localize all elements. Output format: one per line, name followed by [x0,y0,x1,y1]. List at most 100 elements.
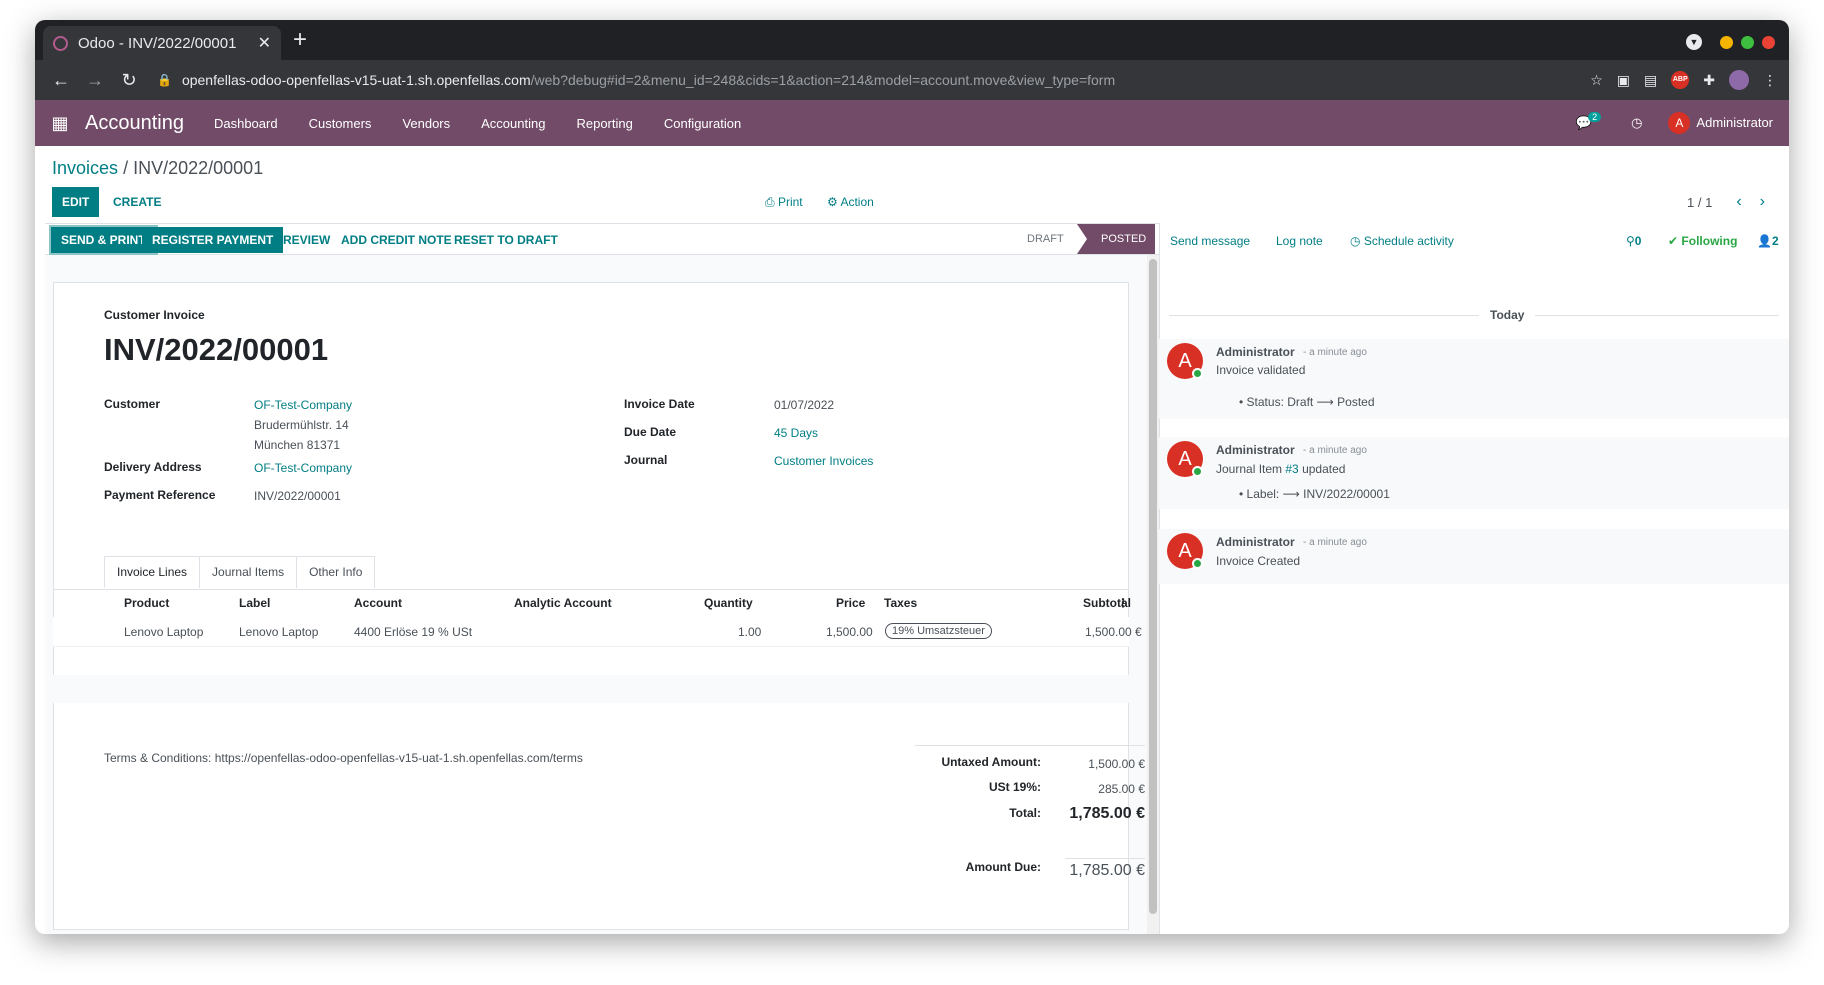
edit-button[interactable]: EDIT [52,187,100,217]
tax-tag: 19% Umsatzsteuer [885,623,992,639]
browser-window: Odoo - INV/2022/00001 ✕ + ▼ ← → ↻ 🔒 open… [35,20,1789,934]
message-body-pre: Journal Item [1216,462,1286,476]
clock-icon: ◷ [1350,234,1361,248]
url-input[interactable]: 🔒 openfellas-odoo-openfellas-v15-uat-1.s… [157,65,1580,95]
message-author[interactable]: Administrator [1216,345,1295,359]
close-tab-icon[interactable]: ✕ [258,33,271,53]
reset-to-draft-button[interactable]: RESET TO DRAFT [444,227,568,253]
tracking-field: Label: [1246,487,1280,501]
tab-title: Odoo - INV/2022/00001 [78,34,237,52]
send-print-button[interactable]: SEND & PRINT [51,227,156,253]
pager-prev-icon[interactable]: ‹ [1736,193,1741,211]
form-scrollbar[interactable] [1147,255,1159,934]
scrollbar-thumb[interactable] [1149,259,1157,914]
create-button[interactable]: CREATE [113,195,161,209]
schedule-activity-button[interactable]: ◷ Schedule activity [1350,234,1454,248]
messages-button[interactable]: 💬2 [1576,112,1605,131]
browser-tabstrip: Odoo - INV/2022/00001 ✕ + ▼ [35,20,1789,60]
journal-link[interactable]: Customer Invoices [774,454,873,468]
payment-reference-label: Payment Reference [104,488,216,502]
menu-accounting[interactable]: Accounting [481,116,545,131]
adblock-icon[interactable]: ABP [1671,71,1690,89]
journal-label: Journal [624,453,668,467]
tab-other-info[interactable]: Other Info [296,556,376,588]
minimize-icon[interactable] [1720,35,1733,49]
delivery-address-link[interactable]: OF-Test-Company [254,461,352,475]
tab-journal-items[interactable]: Journal Items [199,556,298,588]
menu-vendors[interactable]: Vendors [402,116,450,131]
journal-item-link[interactable]: #3 [1285,462,1298,476]
register-payment-button[interactable]: REGISTER PAYMENT [142,227,284,253]
today-separator: Today [1490,308,1525,322]
col-taxes[interactable]: Taxes [884,596,917,610]
user-menu[interactable]: A Administrator [1668,112,1773,134]
url-host: openfellas-odoo-openfellas-v15-uat-1.sh.… [181,72,531,88]
extensions-bar: ☆ ▣ ▤ ABP ✚ ⋮ [1590,70,1777,90]
totals-top-divider [915,745,1145,746]
extension-calendar-icon[interactable]: ▤ [1644,72,1657,89]
browser-tab[interactable]: Odoo - INV/2022/00001 ✕ [43,26,281,60]
breadcrumb-invoices[interactable]: Invoices [52,158,118,178]
message-author[interactable]: Administrator [1216,535,1295,549]
profile-avatar-icon[interactable] [1729,70,1749,90]
message-body: Journal Item #3 updated [1216,462,1345,476]
attachments-count: 0 [1634,234,1642,248]
navbar-systray: 💬2 ◷ A Administrator [1576,112,1789,134]
preview-button[interactable]: PREVIEW [265,227,340,253]
col-price[interactable]: Price [836,596,865,610]
attachments-button[interactable]: ⚲0 [1626,234,1641,248]
log-note-button[interactable]: Log note [1276,234,1323,248]
online-status-icon [1192,558,1203,569]
user-avatar: A [1668,112,1691,134]
print-label: Print [777,195,803,209]
reload-icon[interactable]: ↻ [115,70,143,91]
maximize-icon[interactable] [1741,35,1754,49]
send-message-button[interactable]: Send message [1170,234,1250,248]
action-label: Action [840,195,874,209]
forward-icon[interactable]: → [81,70,109,91]
activity-clock-icon[interactable]: ◷ [1631,115,1642,131]
col-analytic-account[interactable]: Analytic Account [514,596,612,610]
followers-button[interactable]: 👤2 [1757,234,1779,248]
close-window-icon[interactable] [1762,35,1775,49]
optional-columns-icon[interactable]: ⋮ [1117,596,1129,610]
tracking-old-value: Status: Draft [1246,395,1314,409]
tab-invoice-lines[interactable]: Invoice Lines [104,556,201,588]
due-date-label: Due Date [624,425,677,439]
user-name: Administrator [1696,115,1773,130]
col-quantity[interactable]: Quantity [704,596,753,610]
following-button[interactable]: ✔ Following [1668,234,1737,248]
lock-icon[interactable]: 🔒 [157,73,172,87]
print-button[interactable]: ⎙ Print [765,195,803,210]
cell-price: 1,500.00 [826,625,873,639]
due-date-link[interactable]: 45 Days [774,426,818,440]
message-author[interactable]: Administrator [1216,443,1295,457]
puzzle-icon[interactable]: ✚ [1703,72,1715,89]
pager-next-icon[interactable]: › [1760,193,1765,211]
bookmark-star-icon[interactable]: ☆ [1590,72,1603,89]
app-title[interactable]: Accounting [85,112,184,135]
arrow-right-icon: ⟶ [1316,395,1334,409]
total-value: 1,785.00 € [1069,805,1145,822]
downloads-icon[interactable]: ▼ [1686,34,1702,50]
following-label: Following [1681,234,1738,248]
invoice-date-value: 01/07/2022 [774,398,835,412]
amount-due-divider [1065,858,1145,859]
chrome-menu-icon[interactable]: ⋮ [1763,72,1777,89]
menu-reporting[interactable]: Reporting [576,116,632,131]
menu-configuration[interactable]: Configuration [664,116,741,131]
apps-grid-icon[interactable]: ▦ [35,113,85,134]
pager-value[interactable]: 1 / 1 [1687,195,1712,210]
new-tab-icon[interactable]: + [293,28,307,52]
customer-link[interactable]: OF-Test-Company [254,398,352,412]
back-icon[interactable]: ← [47,70,75,91]
menu-customers[interactable]: Customers [309,116,372,131]
extension-icon[interactable]: ▣ [1617,72,1630,89]
add-credit-note-button[interactable]: ADD CREDIT NOTE [331,227,462,253]
action-button[interactable]: ⚙ Action [827,195,874,209]
notebook-divider [53,589,1129,590]
col-label[interactable]: Label [239,596,270,610]
menu-dashboard[interactable]: Dashboard [214,116,278,131]
col-account[interactable]: Account [354,596,402,610]
col-product[interactable]: Product [124,596,169,610]
